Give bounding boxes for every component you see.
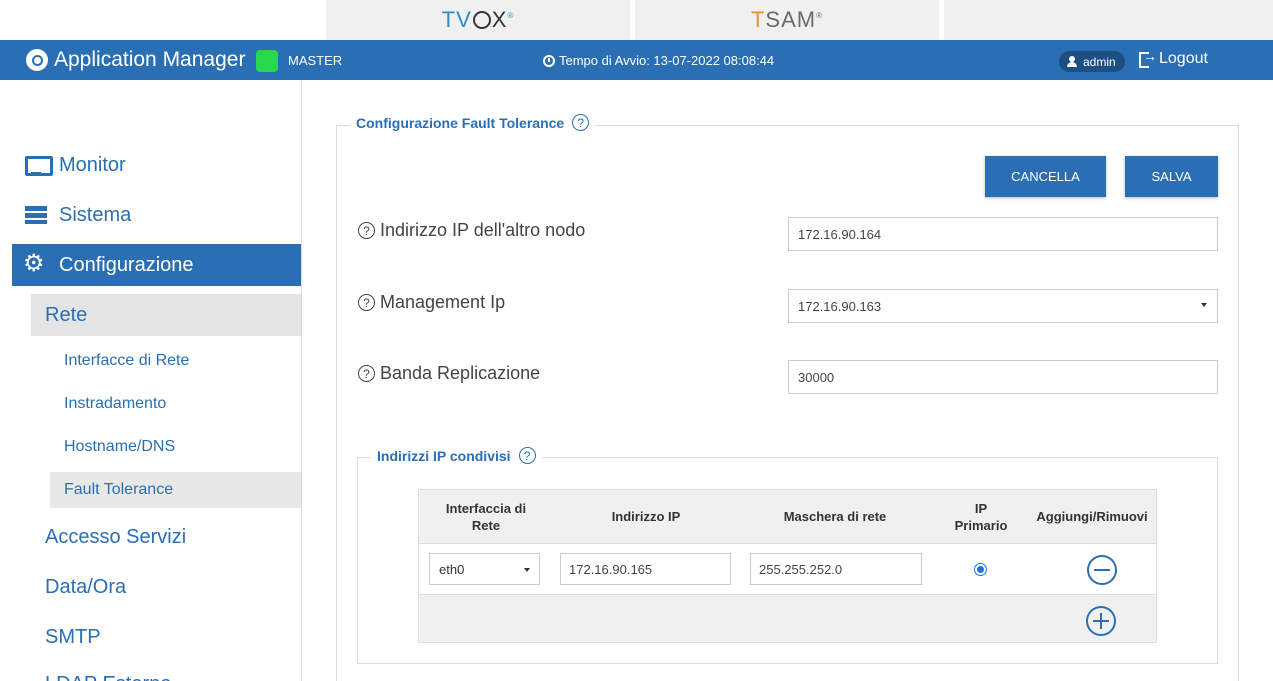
sidebar-item-label: Instradamento [64,395,167,412]
logout-icon [1139,48,1157,68]
tvox-logo-face-icon [472,11,491,29]
help-icon[interactable]: ? [358,365,375,382]
add-row-button[interactable] [1086,606,1116,636]
netmask-input[interactable]: 255.255.252.0 [750,553,922,585]
clock-icon [543,54,555,67]
app-header: Application Manager MASTER Tempo di Avvi… [0,40,1273,80]
column-header: Interfaccia di Rete [445,500,527,533]
shared-ips-title-text: Indirizzi IP condivisi [377,447,511,464]
caret-down-icon [1201,303,1207,307]
app-gear-icon [26,49,48,71]
sidebar-item-label: Interfacce di Rete [64,352,190,369]
sidebar-item-fault-tolerance[interactable]: Fault Tolerance [50,472,301,508]
save-button[interactable]: SALVA [1125,156,1218,197]
sidebar-item-label: Monitor [59,153,126,176]
sidebar-item-label: Rete [45,303,88,326]
user-icon [1067,56,1077,67]
sidebar-item-smtp[interactable]: SMTP [31,616,301,658]
shared-ip-input[interactable]: 172.16.90.165 [560,553,731,585]
sidebar-item-configurazione[interactable]: Configurazione [12,244,301,286]
sidebar-item-data-ora[interactable]: Data/Ora [31,566,301,608]
sidebar-item-label: SMTP [45,625,101,648]
help-icon[interactable]: ? [572,114,590,131]
logout-button[interactable]: Logout [1139,48,1208,68]
field-label-peer-ip: ? Indirizzo IP dell'altro nodo [358,220,585,241]
field-label-management-ip: ? Management Ip [358,292,505,313]
tab-tvox[interactable]: TV X® [326,0,630,40]
management-ip-select[interactable]: 172.16.90.163 [788,289,1218,323]
sidebar-item-rete[interactable]: Rete [31,294,301,336]
sidebar-item-ldap-esterno[interactable]: LDAP Esterno [31,662,301,681]
peer-ip-input[interactable]: 172.16.90.164 [788,217,1218,251]
help-icon[interactable]: ? [358,222,375,239]
field-label-text: Management Ip [380,292,506,312]
replication-bandwidth-input[interactable]: 30000 [788,360,1218,394]
sidebar-item-label: Configurazione [59,253,194,276]
sidebar-item-label: Accesso Servizi [45,525,187,548]
username: admin [1083,54,1116,69]
shared-ips-title: Indirizzi IP condivisi ? [371,447,542,464]
column-header: IP Primario [954,500,1008,533]
tab-empty[interactable] [944,0,1273,40]
select-value: eth0 [439,561,465,577]
node-status-indicator [256,50,278,72]
sidebar-item-interfacce-di-rete[interactable]: Interfacce di Rete [50,343,301,379]
cancel-button[interactable]: CANCELLA [985,156,1106,197]
user-badge[interactable]: admin [1059,51,1125,72]
uptime-info: Tempo di Avvio: 13-07-2022 08:08:44 [543,53,774,68]
section-title-text: Configurazione Fault Tolerance [356,114,565,131]
sidebar-item-hostname-dns[interactable]: Hostname/DNS [50,429,301,465]
sidebar-item-label: Sistema [59,203,132,226]
field-label-text: Indirizzo IP dell'altro nodo [380,220,586,240]
select-value: 172.16.90.163 [798,298,882,314]
sidebar-item-instradamento[interactable]: Instradamento [50,386,301,422]
column-header: Aggiungi/Rimuovi [1036,509,1148,524]
section-title: Configurazione Fault Tolerance ? [350,114,596,131]
interface-select[interactable]: eth0 [429,553,540,585]
sidebar-item-accesso-servizi[interactable]: Accesso Servizi [31,516,301,558]
tab-tsam[interactable]: TSAM® [635,0,939,40]
caret-down-icon [524,568,530,572]
app-title: Application Manager [54,48,246,71]
shared-ips-table: Interfaccia di Rete Indirizzo IP Mascher… [418,489,1157,643]
primary-ip-radio[interactable] [974,563,987,576]
table-row: eth0 172.16.90.165 255.255.252.0 [419,543,1156,595]
help-icon[interactable]: ? [518,447,536,464]
tsam-logo: TSAM® [750,7,824,32]
product-tabs: TV X® TSAM® [0,0,1273,40]
monitor-icon [25,155,53,176]
sidebar-item-label: Fault Tolerance [64,481,174,498]
gears-icon [23,249,47,278]
logout-label: Logout [1159,50,1208,67]
sidebar-item-label: LDAP Esterno [45,673,171,681]
remove-row-button[interactable] [1087,555,1117,585]
column-header: Maschera di rete [783,509,887,524]
sidebar-item-monitor[interactable]: Monitor [12,144,301,186]
sidebar-item-sistema[interactable]: Sistema [12,194,301,236]
field-label-text: Banda Replicazione [380,363,541,383]
sidebar-item-label: Data/Ora [45,575,127,598]
uptime-text: Tempo di Avvio: 13-07-2022 08:08:44 [559,53,775,68]
field-label-replication-bandwidth: ? Banda Replicazione [358,363,540,384]
sidebar-item-label: Hostname/DNS [64,438,176,455]
column-header: Indirizzo IP [611,509,681,524]
help-icon[interactable]: ? [358,294,375,311]
node-status-label: MASTER [288,53,343,68]
server-icon [25,205,47,225]
tvox-logo: TV X® [441,7,515,32]
